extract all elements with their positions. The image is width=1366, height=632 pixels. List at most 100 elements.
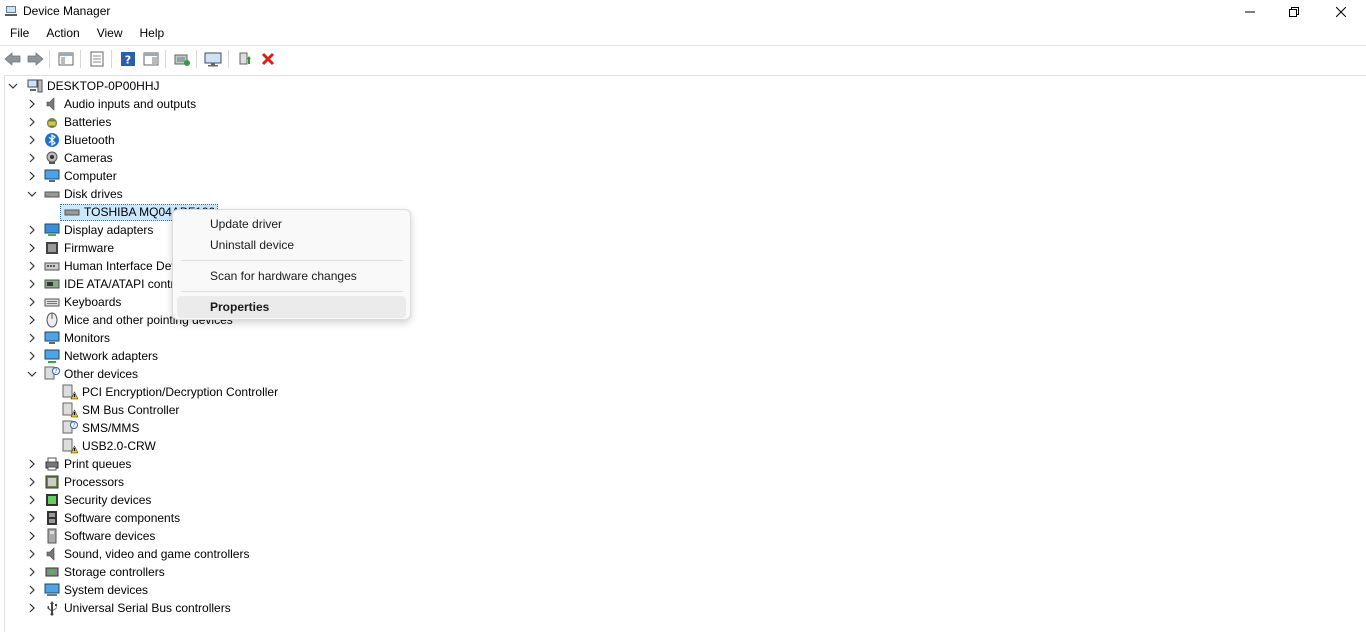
disk-drive-icon: [64, 204, 80, 220]
menu-action[interactable]: Action: [37, 23, 87, 44]
tree-category[interactable]: Storage controllers: [26, 563, 165, 581]
tree-category[interactable]: Display adapters: [26, 221, 153, 239]
chevron-right-icon[interactable]: [26, 602, 38, 614]
chevron-down-icon[interactable]: [7, 80, 19, 92]
context-scan-hardware[interactable]: Scan for hardware changes: [177, 265, 406, 287]
category-label: Sound, video and game controllers: [64, 547, 250, 561]
tree-category[interactable]: Processors: [26, 473, 124, 491]
chevron-right-icon[interactable]: [26, 134, 38, 146]
chevron-right-icon[interactable]: [26, 548, 38, 560]
computer-name: DESKTOP-0P00HHJ: [47, 79, 160, 93]
chevron-right-icon[interactable]: [26, 530, 38, 542]
category-label: Disk drives: [64, 187, 123, 201]
tree-device-other-2[interactable]: SM Bus Controller: [62, 401, 179, 419]
computer-icon: [44, 168, 60, 184]
tree-category[interactable]: IDE ATA/ATAPI contr: [26, 275, 174, 293]
chevron-right-icon[interactable]: [26, 512, 38, 524]
category-label: Storage controllers: [64, 565, 165, 579]
window-title: Device Manager: [23, 4, 111, 18]
tree-device-other-1[interactable]: PCI Encryption/Decryption Controller: [62, 383, 278, 401]
chevron-right-icon[interactable]: [26, 314, 38, 326]
context-properties[interactable]: Properties: [177, 296, 406, 318]
tree-category[interactable]: Cameras: [26, 149, 113, 167]
chevron-down-icon[interactable]: [26, 368, 38, 380]
tree-category[interactable]: Batteries: [26, 113, 111, 131]
menu-help[interactable]: Help: [131, 23, 173, 44]
chevron-right-icon[interactable]: [26, 242, 38, 254]
monitor-icon: [44, 330, 60, 346]
properties-icon[interactable]: [87, 49, 107, 69]
device-tree[interactable]: DESKTOP-0P00HHJ Audio inputs and outputs…: [4, 75, 1366, 632]
svg-text:?: ?: [72, 422, 75, 429]
menu-view[interactable]: View: [88, 23, 131, 44]
category-label: Processors: [64, 475, 125, 489]
unknown-device-icon: ?: [62, 420, 78, 436]
chevron-right-icon[interactable]: [26, 116, 38, 128]
chevron-right-icon[interactable]: [26, 152, 38, 164]
computer-icon: [27, 78, 43, 94]
back-icon[interactable]: [3, 49, 23, 69]
show-hide-console-tree-icon[interactable]: [56, 49, 76, 69]
category-label: Bluetooth: [64, 133, 115, 147]
chevron-right-icon[interactable]: [26, 260, 38, 272]
tree-category[interactable]: Sound, video and game controllers: [26, 545, 249, 563]
uninstall-device-icon[interactable]: [258, 49, 278, 69]
tree-category[interactable]: Network adapters: [26, 347, 158, 365]
chevron-right-icon[interactable]: [26, 476, 38, 488]
storage-controller-icon: [44, 564, 60, 580]
tree-category[interactable]: Audio inputs and outputs: [26, 95, 196, 113]
action-pane-icon[interactable]: [141, 49, 161, 69]
chevron-right-icon[interactable]: [26, 566, 38, 578]
tree-category[interactable]: Human Interface Dev: [26, 257, 177, 275]
menu-file[interactable]: File: [0, 23, 37, 44]
chevron-right-icon[interactable]: [26, 296, 38, 308]
toolbar: ?: [0, 45, 1366, 71]
usb-icon: [44, 600, 60, 616]
tree-category[interactable]: Security devices: [26, 491, 151, 509]
tree-category[interactable]: Universal Serial Bus controllers: [26, 599, 231, 617]
update-driver-icon[interactable]: [235, 49, 255, 69]
chevron-right-icon[interactable]: [26, 458, 38, 470]
context-uninstall-device[interactable]: Uninstall device: [177, 234, 406, 256]
help-icon[interactable]: ?: [118, 49, 138, 69]
scan-hardware-icon[interactable]: [172, 49, 192, 69]
tree-category[interactable]: Software devices: [26, 527, 155, 545]
audio-speaker-icon: [44, 96, 60, 112]
tree-category[interactable]: Monitors: [26, 329, 110, 347]
chevron-right-icon[interactable]: [26, 98, 38, 110]
minimize-button[interactable]: [1227, 0, 1273, 23]
forward-icon[interactable]: [25, 49, 45, 69]
tree-category[interactable]: Bluetooth: [26, 131, 115, 149]
tree-category[interactable]: System devices: [26, 581, 148, 599]
tree-category[interactable]: Disk drives: [26, 185, 123, 203]
tree-category[interactable]: Software components: [26, 509, 180, 527]
context-update-driver[interactable]: Update driver: [177, 213, 406, 235]
chevron-right-icon[interactable]: [26, 332, 38, 344]
chevron-right-icon[interactable]: [26, 584, 38, 596]
tree-category[interactable]: Keyboards: [26, 293, 121, 311]
tree-device-other-4[interactable]: USB2.0-CRW: [62, 437, 156, 455]
device-label: USB2.0-CRW: [82, 439, 156, 453]
battery-icon: [44, 114, 60, 130]
warning-device-icon: [62, 384, 78, 400]
chevron-right-icon[interactable]: [26, 224, 38, 236]
restore-button[interactable]: [1271, 0, 1317, 23]
tree-device-other-3[interactable]: ? SMS/MMS: [62, 419, 139, 437]
context-separator: [181, 291, 403, 292]
category-label: Monitors: [64, 331, 111, 345]
tree-root[interactable]: DESKTOP-0P00HHJ: [7, 77, 159, 95]
chevron-down-icon[interactable]: [26, 188, 38, 200]
chevron-right-icon[interactable]: [26, 350, 38, 362]
tree-category[interactable]: Firmware: [26, 239, 114, 257]
chevron-right-icon[interactable]: [26, 170, 38, 182]
system-devices-icon: [44, 582, 60, 598]
tree-category[interactable]: Computer: [26, 167, 117, 185]
disk-drive-icon: [44, 186, 60, 202]
warning-device-icon: [62, 402, 78, 418]
close-window-button[interactable]: [1318, 0, 1364, 23]
tree-category[interactable]: ? Other devices: [26, 365, 138, 383]
tree-category[interactable]: Print queues: [26, 455, 131, 473]
monitor-scan-icon[interactable]: [203, 49, 223, 69]
chevron-right-icon[interactable]: [26, 494, 38, 506]
chevron-right-icon[interactable]: [26, 278, 38, 290]
